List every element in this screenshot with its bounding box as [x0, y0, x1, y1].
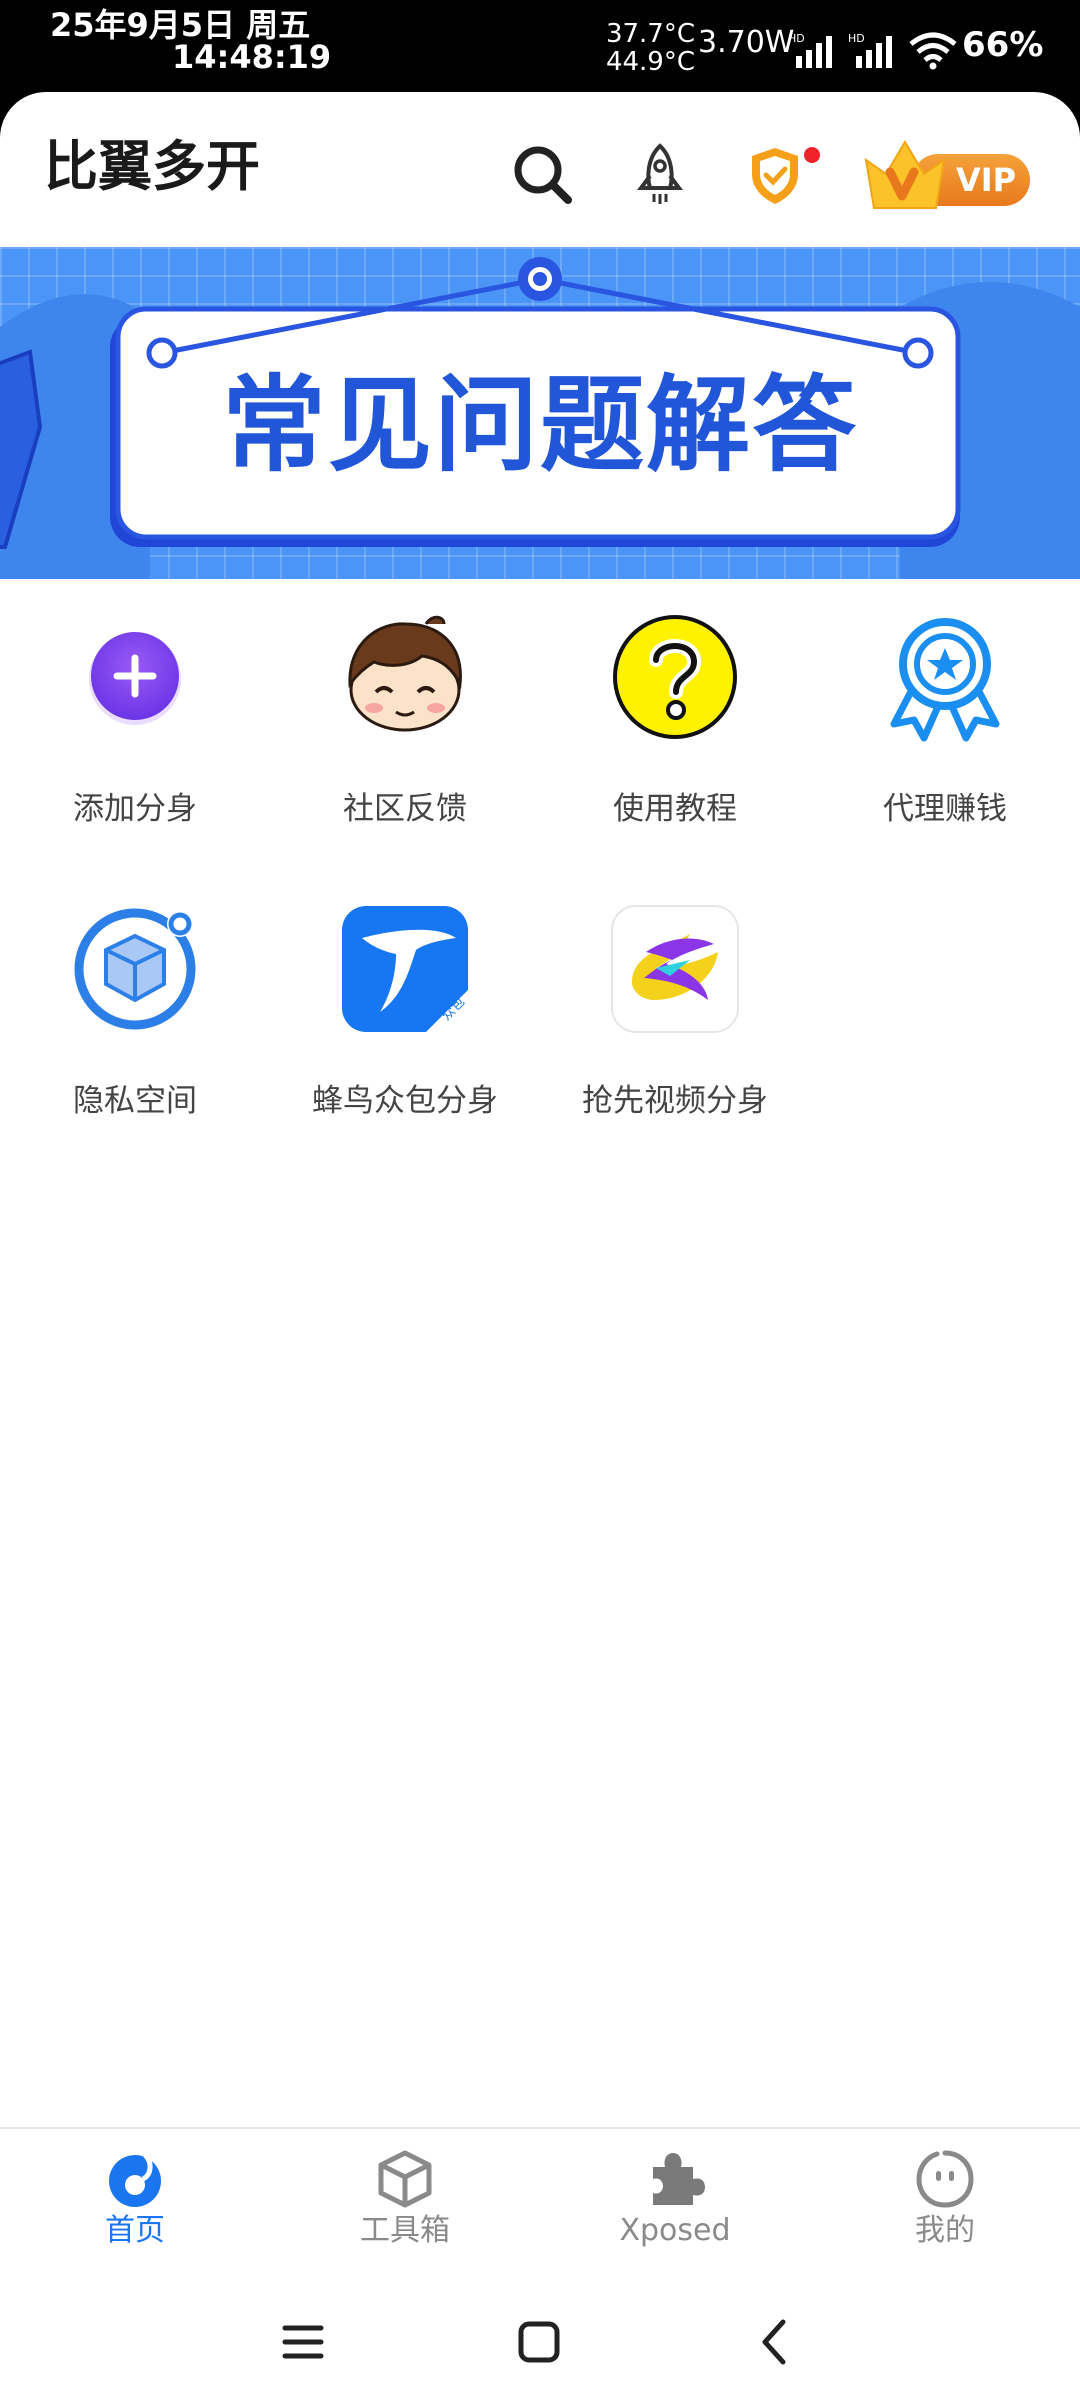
vip-label: VIP: [956, 161, 1017, 199]
search-icon[interactable]: [510, 142, 576, 208]
video-app-icon: [611, 905, 739, 1033]
tab-toolbox[interactable]: 工具箱: [270, 2129, 540, 2284]
grid-item-private-space[interactable]: 隐私空间: [0, 904, 270, 1164]
cartoon-boy-icon: [348, 615, 462, 732]
app-title: 比翼多开: [44, 135, 260, 198]
faq-banner[interactable]: 常见问题解答: [0, 247, 1080, 579]
temperature-1: 37.7°C: [605, 19, 695, 49]
signal-icon: HD: [848, 32, 892, 68]
grid-item-add-clone[interactable]: 添加分身: [0, 612, 270, 872]
temperature-2: 44.9°C: [605, 47, 695, 77]
vip-button[interactable]: VIP: [860, 132, 1032, 222]
status-date: 25年9月5日 周五: [50, 6, 311, 44]
tab-home[interactable]: 首页: [0, 2129, 270, 2284]
rocket-icon[interactable]: [627, 142, 693, 208]
tab-label: 工具箱: [360, 2213, 450, 2248]
status-temperature: 37.7°C 44.9°C: [605, 20, 695, 76]
puzzle-icon: [653, 2153, 705, 2205]
toolbox-icon: [378, 2150, 432, 2208]
bottom-navigation: 首页 工具箱 Xposed 我的: [0, 2127, 1080, 2282]
grid-item-label: 隐私空间: [73, 1083, 197, 1119]
grid-item-label: 蜂鸟众包分身: [312, 1083, 498, 1119]
status-bar: 25年9月5日 周五 14:48:19 37.7°C 44.9°C 3.70W …: [0, 0, 1080, 95]
hd-label-1: HD: [788, 32, 805, 45]
app-screen: 比翼多开 VIP 常见问题解答 添加分身 社区反馈 使用教程 代理赚钱 隐私空间…: [0, 92, 1080, 2400]
hummingbird-app-icon: 众包: [342, 906, 468, 1032]
menu-icon[interactable]: [273, 2312, 333, 2372]
grid-item-label: 社区反馈: [343, 791, 467, 827]
tab-label: Xposed: [619, 2213, 731, 2248]
grid-item-label: 抢先视频分身: [582, 1083, 768, 1119]
back-icon[interactable]: [745, 2312, 805, 2372]
grid-item-agent-earn[interactable]: 代理赚钱: [810, 612, 1080, 872]
grid-item-label: 代理赚钱: [883, 791, 1007, 827]
grid-item-hummingbird-clone[interactable]: 众包 蜂鸟众包分身: [270, 904, 540, 1164]
tab-label: 我的: [915, 2213, 975, 2248]
vip-crown-icon: [864, 140, 946, 209]
status-time: 14:48:19: [172, 38, 332, 76]
signal-icon: HD: [788, 32, 832, 68]
shield-icon[interactable]: [742, 142, 808, 208]
home-icon: [109, 2153, 161, 2207]
grid-item-label: 使用教程: [613, 791, 737, 827]
question-mark-icon: [613, 615, 737, 739]
banner-title: 常见问题解答: [221, 364, 858, 486]
cube-box-icon: [74, 908, 196, 1030]
face-icon: [916, 2150, 974, 2208]
app-header: 比翼多开 VIP: [0, 92, 1080, 247]
grid-item-tutorial[interactable]: 使用教程: [540, 612, 810, 872]
status-power: 3.70W: [698, 25, 795, 60]
hd-label-2: HD: [848, 32, 865, 45]
tab-me[interactable]: 我的: [810, 2129, 1080, 2284]
battery-level: 66%: [962, 25, 1044, 65]
home-square-icon[interactable]: [509, 2312, 569, 2372]
grid-item-label: 添加分身: [73, 791, 197, 827]
grid-item-community-feedback[interactable]: 社区反馈: [270, 612, 540, 872]
award-ribbon-icon: [890, 618, 1000, 742]
tab-label: 首页: [105, 2213, 165, 2248]
notification-dot: [804, 147, 820, 163]
tab-xposed[interactable]: Xposed: [540, 2129, 810, 2284]
grid-item-video-clone[interactable]: 抢先视频分身: [540, 904, 810, 1164]
system-navigation: [0, 2282, 1080, 2400]
wifi-icon: [909, 32, 957, 70]
add-plus-icon: [89, 632, 181, 725]
